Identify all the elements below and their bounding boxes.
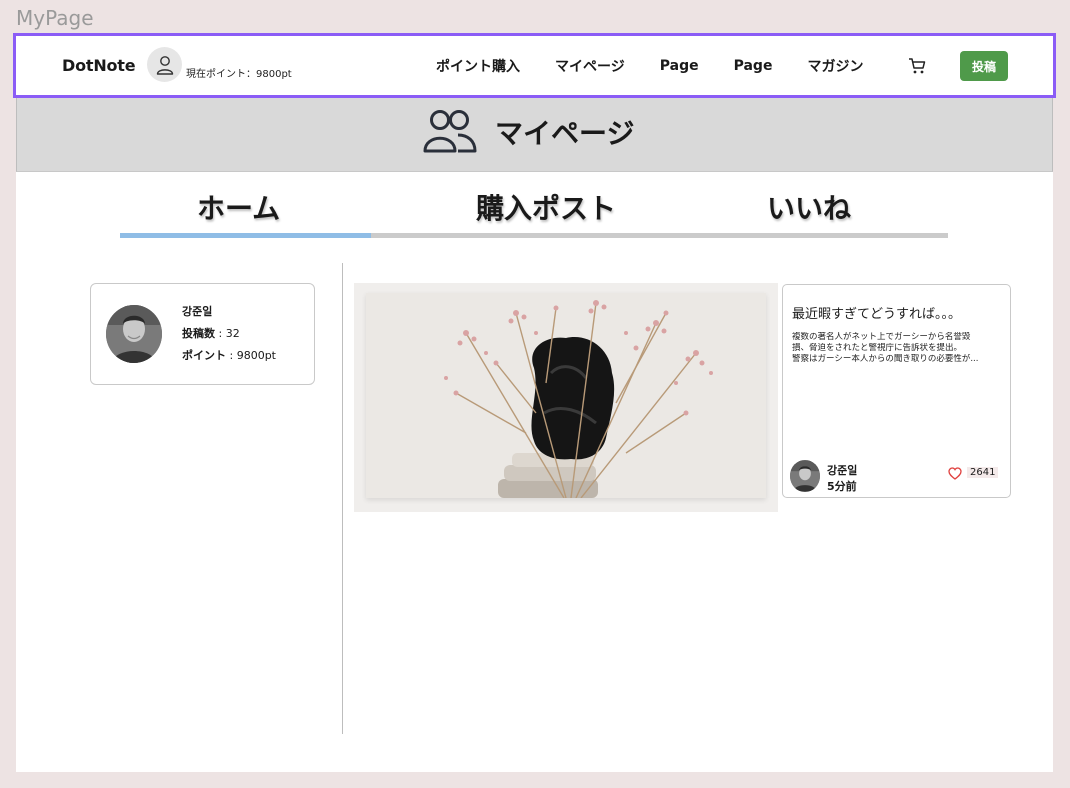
post-excerpt-line: 損、脅迫をされたと警視庁に告訴状を提出。 [792, 343, 963, 353]
nav-links: ポイント購入 マイページ Page Page マガジン [436, 56, 898, 76]
heart-icon[interactable] [948, 467, 962, 480]
post-image[interactable] [366, 293, 766, 498]
profile-card: 강준일 投稿数 : 32 ポイント : 9800pt [90, 283, 315, 385]
post-card[interactable]: 最近暇すぎてどうすれば。。。 複数の著名人がネット上でガーシーから名誉毀 損、脅… [782, 284, 1011, 498]
avatar[interactable] [106, 305, 162, 363]
user-icon [156, 55, 173, 75]
cart-icon[interactable] [908, 57, 926, 75]
avatar-photo [790, 460, 820, 492]
posts-label: 投稿数 [182, 327, 215, 340]
post-excerpt: 複数の著名人がネット上でガーシーから名誉毀 損、脅迫をされたと警視庁に告訴状を提… [792, 332, 1002, 365]
avatar-photo [106, 305, 162, 363]
frame-label: MyPage [16, 6, 94, 30]
logo[interactable]: DotNote [62, 56, 136, 75]
points-value: : 9800pt [226, 349, 276, 362]
post-timestamp: 5分前 [827, 480, 857, 493]
current-points: 現在ポイント：9800pt [186, 69, 292, 80]
post-image-container[interactable] [354, 283, 778, 512]
nav-link-mypage[interactable]: マイページ [555, 56, 625, 76]
users-icon [423, 110, 477, 153]
post-photo [366, 293, 766, 498]
post-excerpt-line: 複数の著名人がネット上でガーシーから名誉毀 [792, 332, 971, 342]
nav-link-page-2[interactable]: Page [734, 58, 773, 74]
tab-home[interactable]: ホーム [197, 187, 280, 227]
tab-purchased-posts[interactable]: 購入ポスト [476, 187, 616, 227]
page-title: マイページ [495, 117, 635, 150]
like-count: 2641 [967, 467, 999, 478]
user-avatar-button[interactable] [147, 47, 182, 82]
profile-name: 강준일 [182, 305, 213, 318]
profile-post-count: 投稿数 : 32 [182, 325, 240, 341]
tab-likes[interactable]: いいね [767, 187, 851, 227]
page-header: マイページ [16, 98, 1053, 172]
points-label: ポイント [182, 349, 226, 362]
post-excerpt-line: 警察はガーシー本人からの聞き取りの必要性が... [792, 354, 979, 364]
posts-value: : 32 [215, 327, 240, 340]
nav-link-point-purchase[interactable]: ポイント購入 [436, 56, 520, 76]
nav-link-magazine[interactable]: マガジン [807, 56, 863, 76]
post-author-name: 강준일 [827, 464, 858, 477]
post-title[interactable]: 最近暇すぎてどうすれば。。。 [792, 303, 961, 322]
tab-active-indicator [120, 233, 371, 238]
navbar: DotNote 現在ポイント：9800pt ポイント購入 マイページ Page … [13, 33, 1056, 98]
post-author-avatar[interactable] [790, 460, 820, 492]
profile-points: ポイント : 9800pt [182, 347, 276, 363]
nav-link-page-1[interactable]: Page [660, 58, 699, 74]
post-button[interactable]: 投稿 [960, 51, 1008, 81]
column-divider [342, 263, 343, 734]
